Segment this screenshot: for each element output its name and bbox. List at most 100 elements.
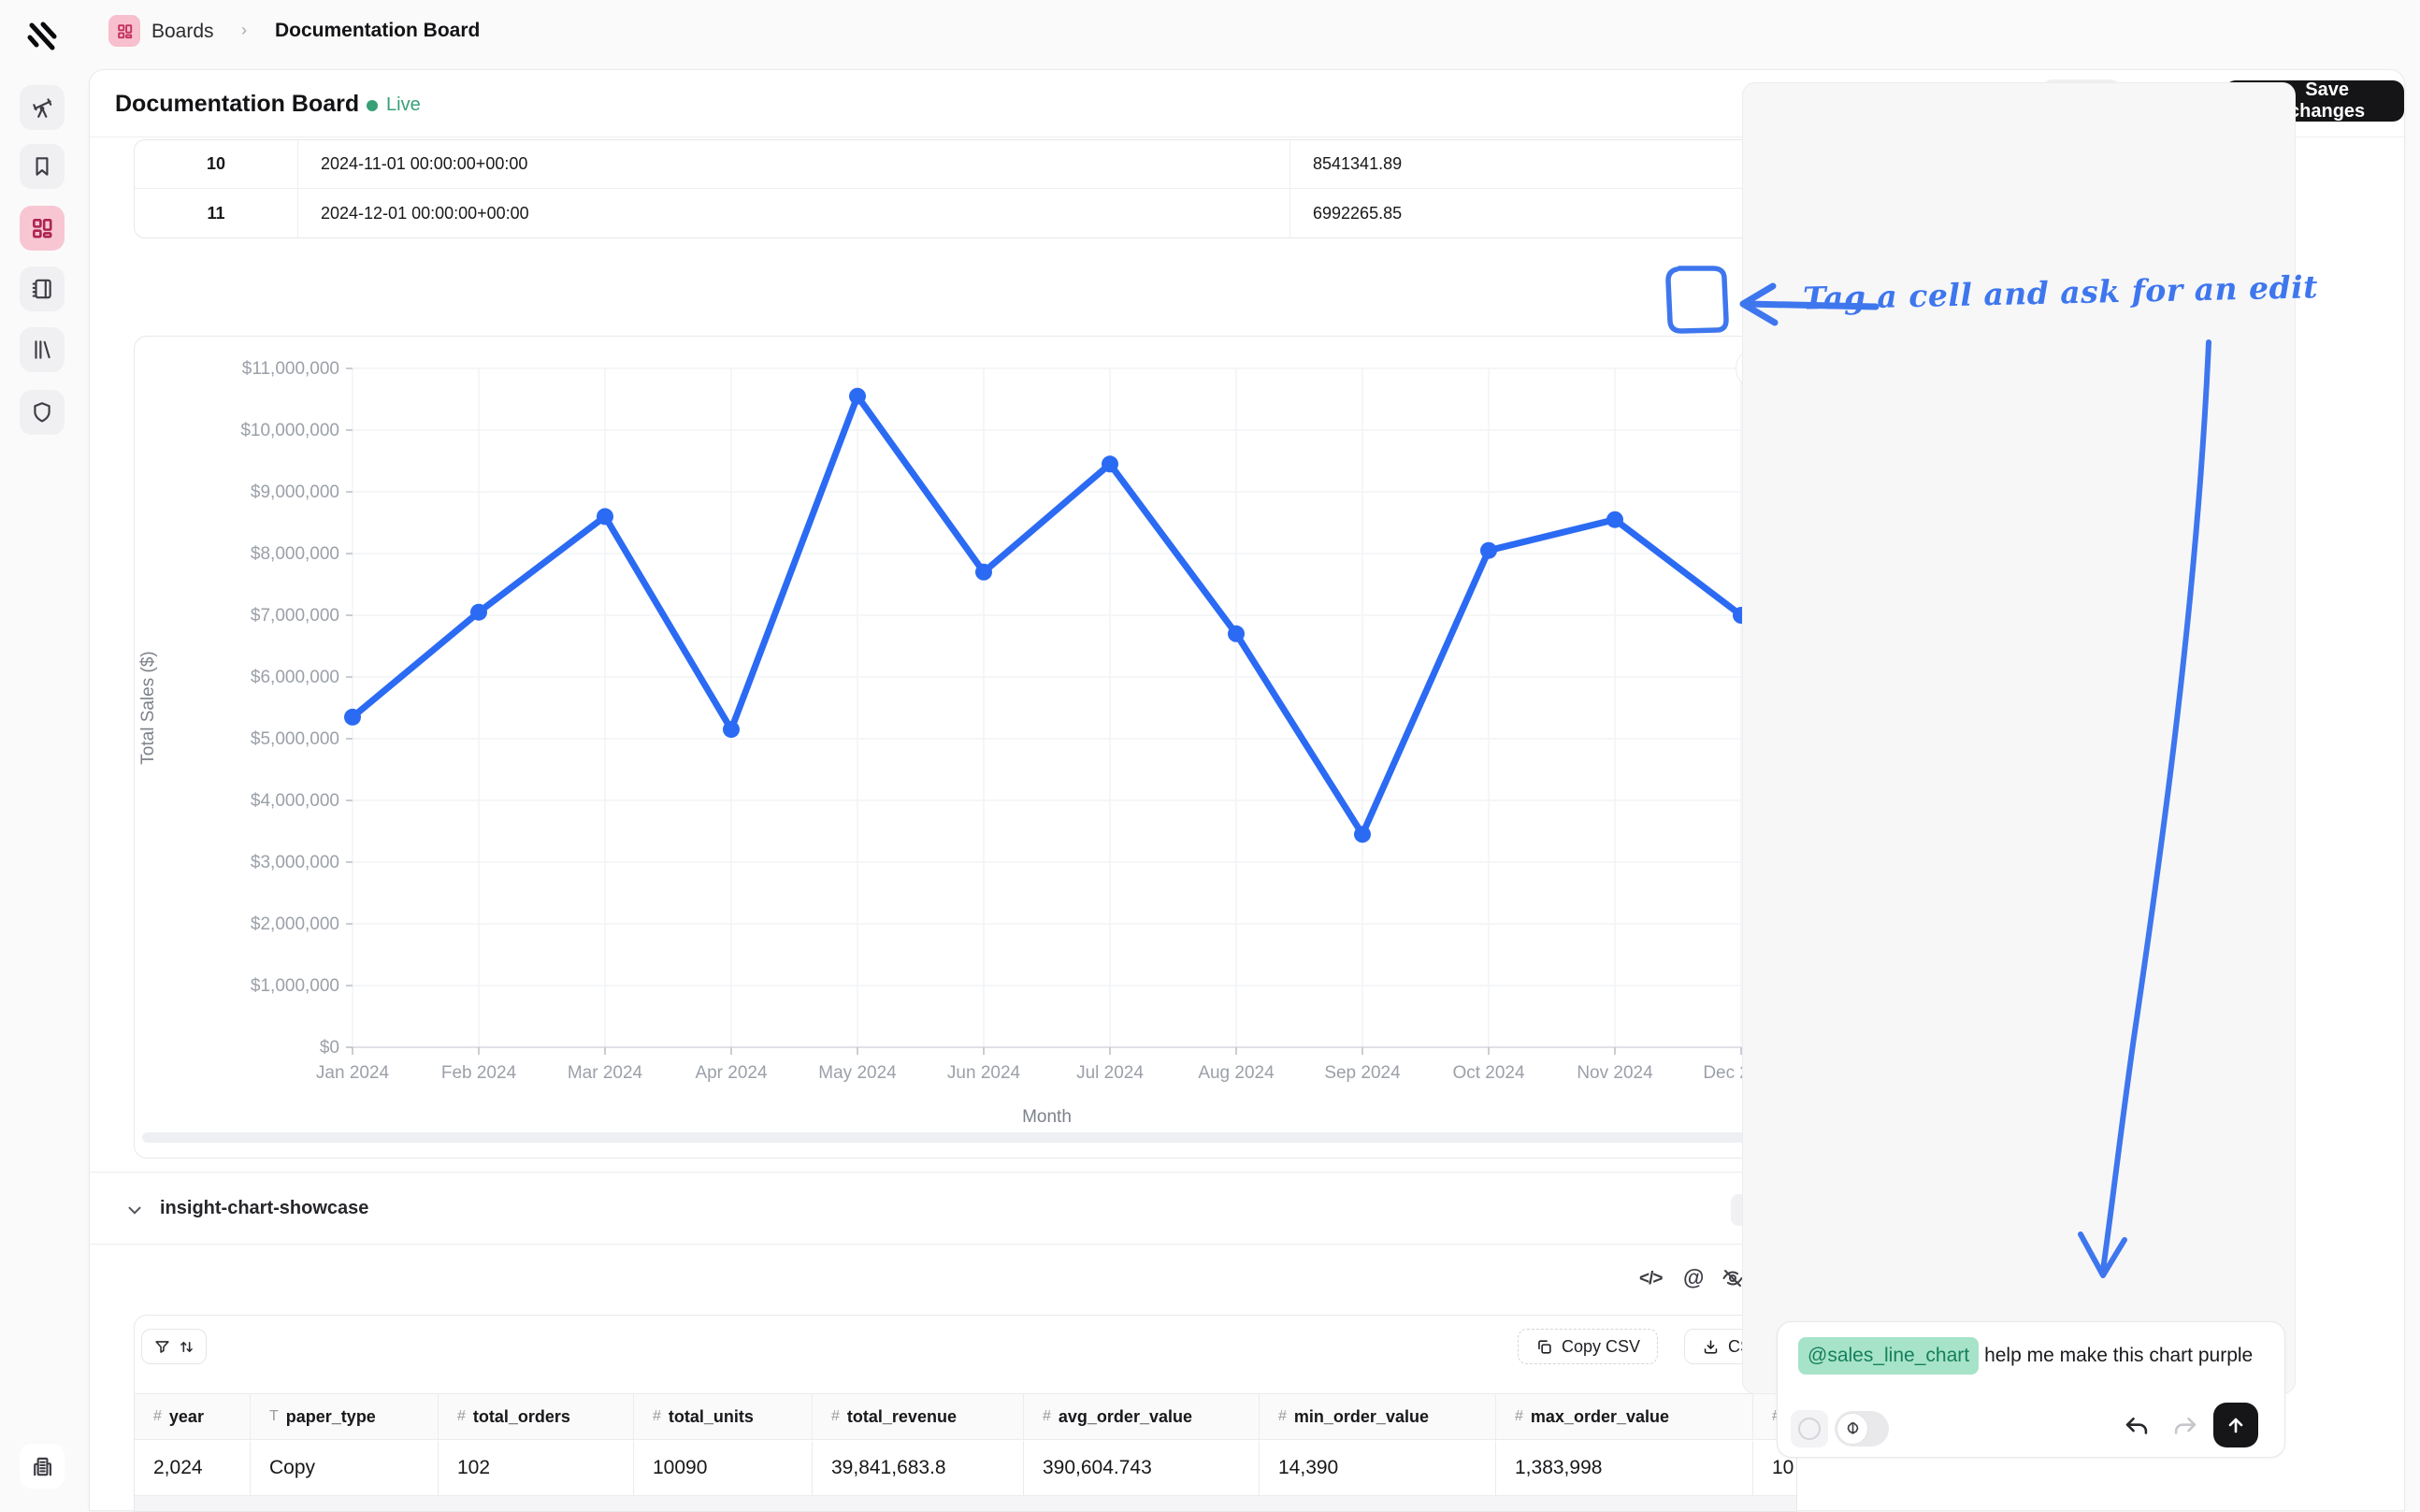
live-status-badge: Live (367, 94, 421, 116)
svg-text:Total Sales ($): Total Sales ($) (138, 651, 158, 764)
chevron-down-icon[interactable] (124, 1200, 145, 1220)
column-label: total_units (669, 1407, 754, 1427)
svg-text:Month: Month (1022, 1107, 1072, 1127)
chart-horizontal-scrollbar[interactable] (142, 1132, 1797, 1143)
ai-mode-toggle[interactable] (1835, 1411, 1889, 1447)
table-row[interactable]: 102024-11-01 00:00:00+00:008541341.89 (135, 140, 1773, 189)
breadcrumb-boards[interactable]: Boards (151, 21, 214, 43)
svg-text:May 2024: May 2024 (818, 1063, 897, 1083)
notebook-icon[interactable] (20, 266, 65, 311)
column-label: total_revenue (847, 1407, 957, 1427)
boards-breadcrumb-icon[interactable] (108, 15, 140, 47)
bookmark-icon[interactable] (20, 144, 65, 189)
mention-icon[interactable]: @ (1683, 1265, 1704, 1290)
table-cell: 14,390 (1260, 1441, 1496, 1495)
copy-icon (1535, 1338, 1553, 1356)
svg-text:$0: $0 (320, 1038, 339, 1058)
boards-icon[interactable] (20, 206, 65, 251)
annotation-note: Tag a cell and ask for an edit (1803, 269, 2271, 316)
undo-icon[interactable] (2124, 1414, 2150, 1440)
svg-text:Oct 2024: Oct 2024 (1452, 1063, 1525, 1083)
column-label: year (169, 1407, 204, 1427)
building-icon[interactable] (20, 1444, 65, 1489)
code-icon[interactable]: </> (1639, 1269, 1662, 1289)
svg-text:$2,000,000: $2,000,000 (251, 914, 339, 934)
number-type-icon: # (1043, 1408, 1051, 1425)
column-label: total_orders (473, 1407, 570, 1427)
sidebar (0, 69, 89, 1511)
svg-text:$6,000,000: $6,000,000 (251, 668, 339, 687)
table-cell: 390,604.743 (1024, 1441, 1260, 1495)
column-header[interactable]: # total_orders (439, 1394, 634, 1439)
row-index: 10 (135, 140, 298, 188)
number-type-icon: # (653, 1408, 661, 1425)
app-logo-icon[interactable] (24, 19, 60, 54)
attachment-placeholder-button[interactable] (1791, 1410, 1828, 1447)
top-bar: Boards › Documentation Board (0, 0, 2420, 69)
svg-text:$9,000,000: $9,000,000 (251, 482, 339, 502)
table-cell: 10090 (634, 1441, 813, 1495)
value-cell: 6992265.85 (1290, 189, 1773, 238)
date-cell: 2024-11-01 00:00:00+00:00 (298, 140, 1290, 188)
send-button[interactable] (2213, 1403, 2258, 1447)
live-label: Live (386, 94, 421, 116)
shield-icon[interactable] (20, 390, 65, 435)
column-header[interactable]: # avg_order_value (1024, 1394, 1260, 1439)
table-cell: 39,841,683.8 (813, 1441, 1024, 1495)
filter-icon (153, 1338, 171, 1356)
svg-text:Feb 2024: Feb 2024 (441, 1063, 517, 1083)
table-row[interactable]: 2,024Copy1021009039,841,683.8390,604.743… (135, 1441, 1797, 1496)
copy-csv-button[interactable]: Copy CSV (1518, 1329, 1658, 1364)
eye-off-icon[interactable] (1721, 1267, 1744, 1289)
chat-panel: Tag a cell and ask for an edit @sales_li… (1742, 82, 2296, 1394)
number-type-icon: # (831, 1408, 840, 1425)
brain-icon (1837, 1413, 1868, 1445)
table-footer-strip (135, 1496, 1797, 1512)
column-label: min_order_value (1294, 1407, 1429, 1427)
column-header[interactable]: #max_order_value (1496, 1394, 1753, 1439)
table-cell: Copy (251, 1441, 439, 1495)
filter-sort-button[interactable] (141, 1329, 207, 1364)
cell-tag-pill[interactable]: @sales_line_chart (1798, 1337, 1979, 1375)
table-row[interactable]: 112024-12-01 00:00:00+00:006992265.85 (135, 189, 1773, 238)
number-type-icon: # (1278, 1408, 1287, 1425)
column-header[interactable]: Tpaper_type (251, 1394, 439, 1439)
number-type-icon: # (153, 1408, 162, 1425)
library-icon[interactable] (20, 327, 65, 372)
svg-text:$5,000,000: $5,000,000 (251, 729, 339, 749)
line-chart: $0$1,000,000$2,000,000$3,000,000$4,000,0… (135, 337, 1805, 1159)
column-header[interactable]: # year (135, 1394, 251, 1439)
svg-text:$8,000,000: $8,000,000 (251, 544, 339, 564)
svg-text:Sep 2024: Sep 2024 (1324, 1063, 1401, 1083)
column-header[interactable]: # total_units (634, 1394, 813, 1439)
column-label: avg_order_value (1059, 1407, 1192, 1427)
app-window: Boards › Documentation Board (0, 0, 2420, 1511)
table-cell: 2,024 (135, 1441, 251, 1495)
live-dot-icon (367, 100, 378, 111)
arrow-up-icon (2225, 1414, 2247, 1436)
telescope-icon[interactable] (20, 85, 65, 130)
column-header[interactable]: # min_order_value (1260, 1394, 1496, 1439)
svg-text:Jun 2024: Jun 2024 (947, 1063, 1021, 1083)
chat-message: help me make this chart purple (1984, 1345, 2253, 1366)
redo-icon[interactable] (2172, 1414, 2198, 1440)
number-type-icon: # (1515, 1408, 1523, 1425)
breadcrumb-current: Documentation Board (275, 20, 480, 42)
date-cell: 2024-12-01 00:00:00+00:00 (298, 189, 1290, 238)
datetime-table-cell: 102024-11-01 00:00:00+00:008541341.89112… (134, 139, 1774, 238)
chat-input-text[interactable]: @sales_line_charthelp me make this chart… (1798, 1337, 2266, 1375)
section-title[interactable]: insight-chart-showcase (160, 1198, 368, 1219)
sales-line-chart-cell: $0$1,000,000$2,000,000$3,000,000$4,000,0… (134, 336, 1804, 1159)
circle-placeholder-icon (1798, 1418, 1821, 1440)
chat-input-card[interactable]: @sales_line_charthelp me make this chart… (1777, 1321, 2285, 1458)
value-cell: 8541341.89 (1290, 140, 1773, 188)
svg-text:Apr 2024: Apr 2024 (695, 1063, 768, 1083)
download-icon (1702, 1338, 1720, 1356)
column-header[interactable]: # total_revenue (813, 1394, 1024, 1439)
svg-text:Jul 2024: Jul 2024 (1076, 1063, 1144, 1083)
row-index: 11 (135, 189, 298, 238)
number-type-icon: # (457, 1408, 466, 1425)
insight-table-cell: Copy CSV CSV #yearTpaper_type#total_orde… (134, 1315, 1797, 1512)
svg-text:$10,000,000: $10,000,000 (240, 421, 339, 440)
svg-text:$4,000,000: $4,000,000 (251, 791, 339, 811)
